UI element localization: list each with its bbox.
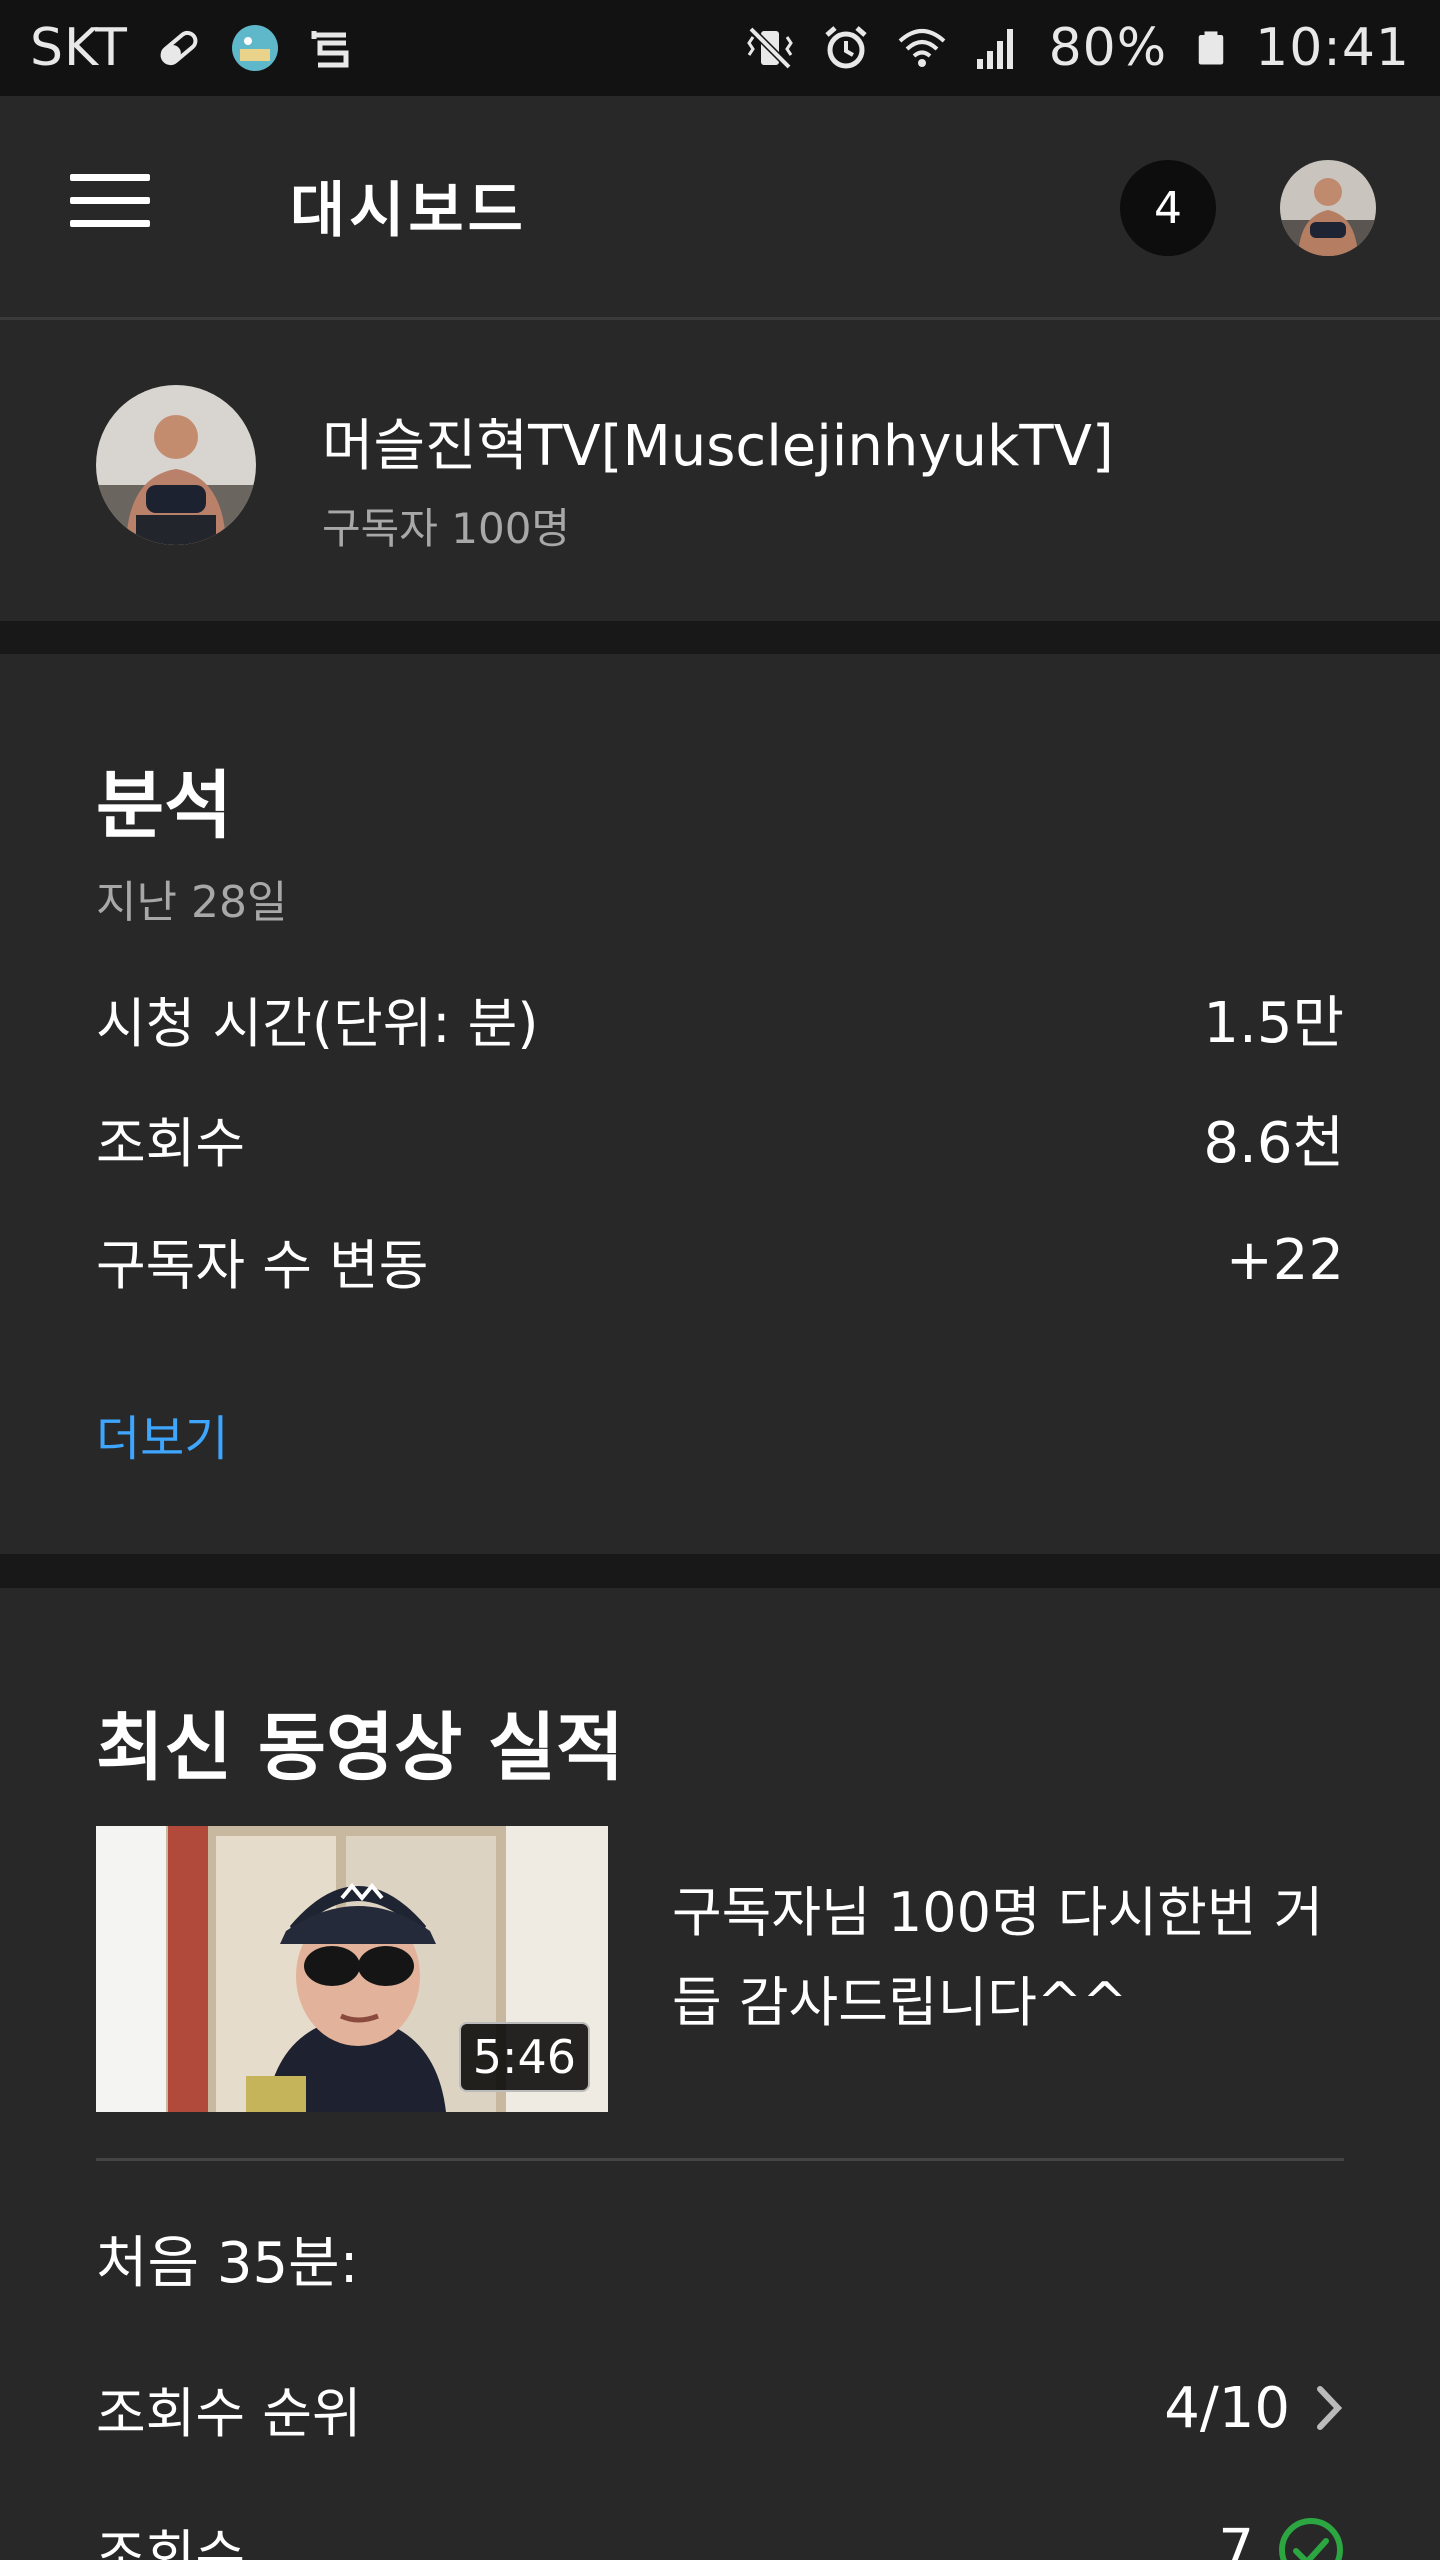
channel-avatar-image — [96, 385, 256, 545]
chevron-right-icon — [1317, 2386, 1343, 2430]
battery-icon — [1198, 31, 1224, 65]
view-rank-label: 조회수 순위 — [96, 2381, 362, 2445]
page-title: 대시보드 — [290, 176, 527, 246]
hamburger-menu-icon-line — [70, 220, 150, 227]
channel-name: 머슬진혁TV[MusclejinhyukTV] — [322, 414, 1114, 479]
metric-label: 구독자 수 변동 — [96, 1233, 429, 1297]
video-title[interactable]: 구독자님 100명 다시한번 거듭 감사드립니다^^ — [672, 1868, 1372, 2048]
views-value: 7 — [1218, 2517, 1254, 2560]
pill-icon — [160, 30, 198, 66]
app-notification-icon — [231, 25, 278, 71]
analytics-period: 지난 28일 — [96, 877, 288, 928]
carrier-label: SKT — [30, 18, 128, 78]
divider — [96, 2158, 1344, 2161]
wifi-icon — [898, 29, 945, 67]
more-link[interactable]: 더보기 — [96, 1399, 228, 1469]
metric-row-subscriber-change: 구독자 수 변동 +22 — [96, 1220, 1344, 1300]
analytics-card: 분석 지난 28일 시청 시간(단위: 분) 1.5만 조회수 8.6천 구독자… — [0, 654, 1440, 1554]
s-app-icon — [311, 31, 349, 68]
hamburger-menu-icon — [70, 174, 150, 181]
metric-value: 1.5만 — [1203, 990, 1344, 1056]
section-divider — [0, 621, 1440, 654]
view-rank-value: 4/10 — [1164, 2375, 1290, 2441]
alarm-icon — [824, 26, 867, 69]
metric-label: 시청 시간(단위: 분) — [96, 991, 539, 1055]
views-value-group: 7 — [1218, 2517, 1344, 2560]
view-rank-row[interactable]: 조회수 순위 4/10 — [96, 2368, 1344, 2448]
status-bar: SKT 80% 10:41 — [0, 0, 1440, 96]
app-bar: 대시보드 4 — [0, 96, 1440, 320]
battery-percent: 80% — [1048, 18, 1168, 78]
metric-value: 8.6천 — [1203, 1110, 1344, 1176]
avatar-image — [1280, 160, 1376, 256]
status-bar-left: SKT — [30, 18, 356, 78]
latest-video-title: 최신 동영상 실적 — [96, 1705, 625, 1791]
subscriber-count: 구독자 100명 — [322, 504, 571, 553]
channel-avatar — [96, 385, 256, 545]
check-circle-icon — [1279, 2518, 1343, 2560]
video-duration: 5:46 — [458, 2022, 590, 2092]
notification-button[interactable]: 4 — [1120, 160, 1216, 256]
metric-label: 조회수 — [96, 1111, 246, 1175]
status-bar-right: 80% 10:41 — [745, 18, 1410, 78]
dashboard-screen: SKT 80% 10:41 대시보드 4 머슬진혁TV[Musclejinhyu… — [0, 0, 1440, 2560]
view-rank-value-group: 4/10 — [1164, 2376, 1344, 2441]
signal-icon — [976, 29, 1013, 69]
clock: 10:41 — [1255, 18, 1410, 78]
first-period-label: 처음 35분: — [96, 2231, 359, 2296]
menu-button[interactable] — [70, 174, 150, 234]
section-divider — [0, 1554, 1440, 1588]
views-row: 조회수 7 — [96, 2510, 1344, 2560]
channel-card[interactable]: 머슬진혁TV[MusclejinhyukTV] 구독자 100명 — [0, 323, 1440, 621]
account-avatar[interactable] — [1280, 160, 1376, 256]
latest-video-card: 최신 동영상 실적 5:46 구독자님 100명 다시한번 거듭 감사드립니다^… — [0, 1588, 1440, 2560]
hamburger-menu-icon-line — [70, 197, 150, 204]
video-thumbnail[interactable]: 5:46 — [96, 1826, 608, 2112]
analytics-title: 분석 — [96, 763, 233, 849]
views-label: 조회수 — [96, 2523, 246, 2560]
vibrate-mute-icon — [746, 26, 793, 70]
metric-row-views: 조회수 8.6천 — [96, 1098, 1344, 1178]
metric-row-watch-time: 시청 시간(단위: 분) 1.5만 — [96, 978, 1344, 1058]
metric-value: +22 — [1225, 1227, 1344, 1293]
